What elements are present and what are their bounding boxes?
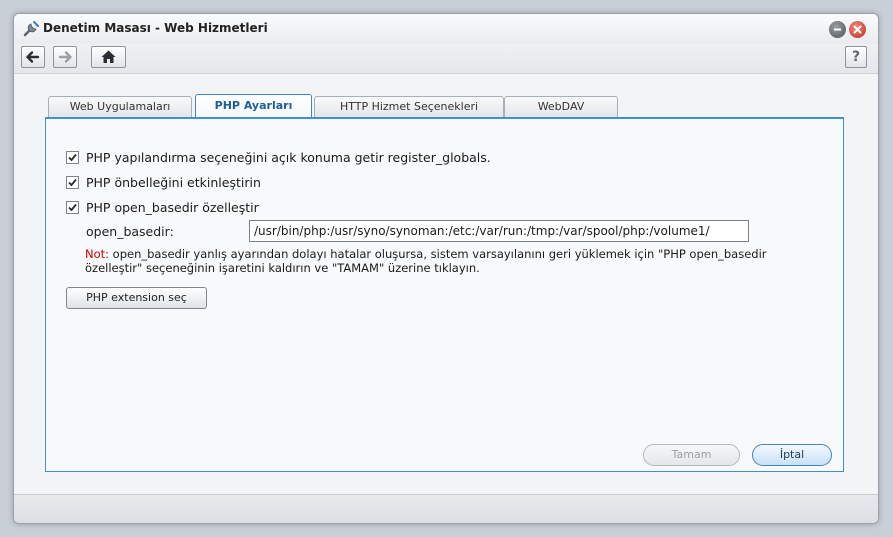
tab-web-applications[interactable]: Web Uygulamaları: [48, 96, 192, 117]
control-panel-window: Denetim Masası - Web Hizmetleri ? Web Uy…: [13, 13, 879, 524]
note-text: open_basedir yanlış ayarından dolayı hat…: [85, 247, 767, 275]
checkmark-icon: [68, 153, 77, 161]
tab-http-service-options[interactable]: HTTP Hizmet Seçenekleri: [314, 96, 504, 117]
open-basedir-custom-label: PHP open_basedir özelleştir: [86, 199, 259, 215]
open-basedir-input[interactable]: /usr/bin/php:/usr/syno/synoman:/etc:/var…: [249, 220, 749, 242]
toolbar: ?: [14, 44, 878, 74]
minimize-button[interactable]: [829, 21, 846, 38]
tab-webdav[interactable]: WebDAV: [504, 96, 618, 117]
checkmark-icon: [68, 203, 77, 211]
window-title: Denetim Masası - Web Hizmetleri: [43, 21, 268, 35]
wrench-icon: [22, 20, 40, 38]
php-extension-button[interactable]: PHP extension seç: [66, 287, 207, 309]
status-bar: [14, 494, 878, 523]
ok-button[interactable]: Tamam: [643, 444, 740, 466]
back-button[interactable]: [21, 46, 45, 68]
arrow-left-icon: [26, 51, 40, 63]
note-prefix: Not:: [85, 247, 110, 261]
php-cache-checkbox[interactable]: [66, 175, 79, 189]
cancel-button[interactable]: İptal: [752, 444, 832, 466]
register-globals-checkbox[interactable]: [66, 150, 79, 164]
home-icon: [101, 50, 116, 63]
open-basedir-field-label: open_basedir:: [86, 224, 174, 239]
cache-row: PHP önbelleğini etkinleştirin: [66, 173, 261, 191]
help-button[interactable]: ?: [845, 46, 867, 68]
close-button[interactable]: [849, 21, 866, 38]
help-label: ?: [851, 49, 861, 65]
register-globals-label: PHP yapılandırma seçeneğini açık konuma …: [86, 149, 491, 165]
home-button[interactable]: [91, 46, 126, 68]
php-cache-label: PHP önbelleğini etkinleştirin: [86, 174, 261, 190]
tab-php-settings[interactable]: PHP Ayarları: [195, 94, 312, 118]
open-basedir-checkbox[interactable]: [66, 200, 79, 214]
open-basedir-note: Not: open_basedir yanlış ayarından dolay…: [85, 247, 785, 275]
checkmark-icon: [68, 178, 77, 186]
php-settings-panel: PHP yapılandırma seçeneğini açık konuma …: [45, 117, 844, 472]
arrow-right-icon: [58, 51, 72, 63]
open-basedir-row: PHP open_basedir özelleştir: [66, 198, 259, 216]
register-globals-row: PHP yapılandırma seçeneğini açık konuma …: [66, 148, 491, 166]
title-bar[interactable]: Denetim Masası - Web Hizmetleri: [14, 14, 878, 44]
forward-button[interactable]: [53, 46, 77, 68]
